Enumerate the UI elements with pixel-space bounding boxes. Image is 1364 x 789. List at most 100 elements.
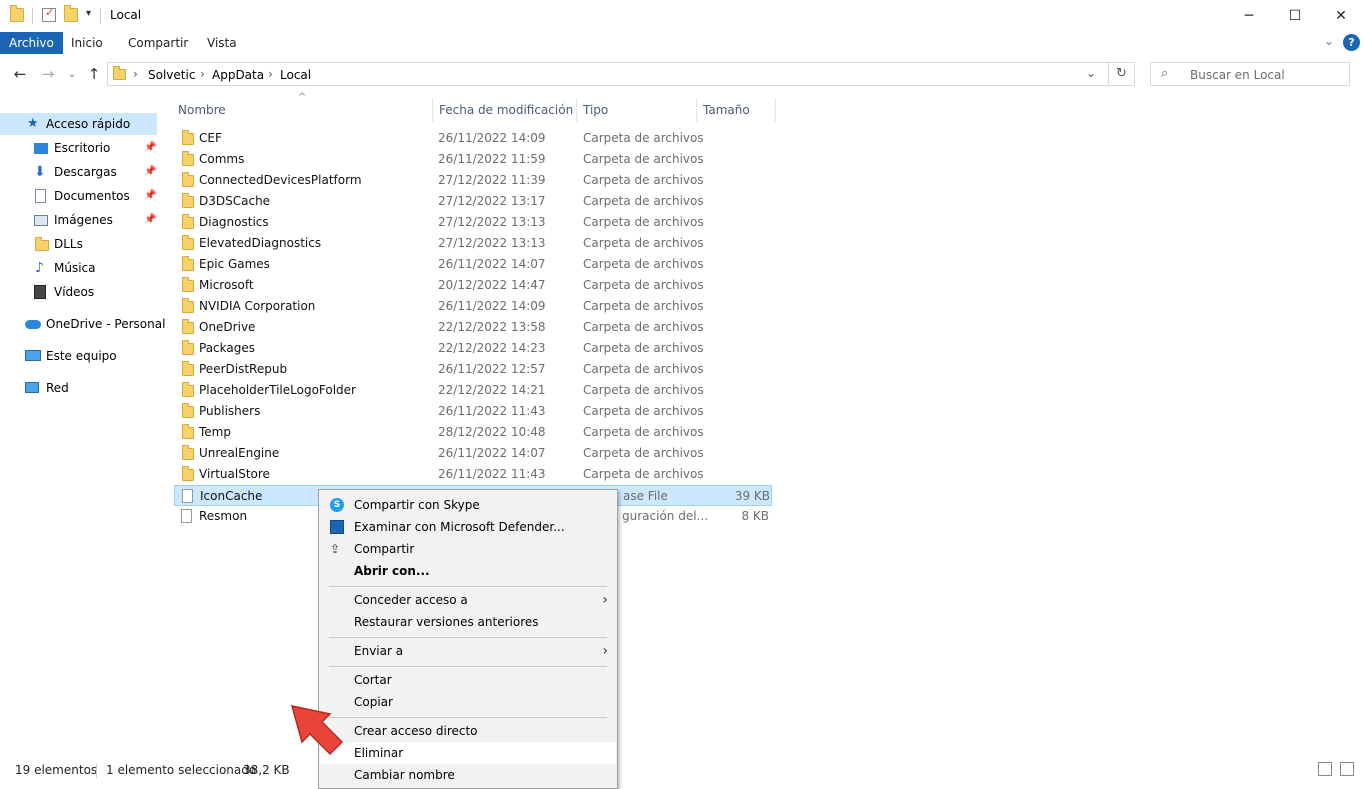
file-date: 22/12/2022 13:58 — [438, 320, 546, 334]
file-name: Epic Games — [199, 257, 270, 271]
file-row[interactable]: Temp 28/12/2022 10:48 Carpeta de archivos — [174, 422, 772, 443]
breadcrumb-solvetic[interactable]: Solvetic — [148, 68, 195, 82]
customize-toolbar-icon[interactable]: ▾ — [86, 8, 91, 19]
address-bar[interactable]: › Solvetic › AppData › Local ⌄ ↻ — [107, 62, 1135, 86]
file-name: PlaceholderTileLogoFolder — [199, 383, 356, 397]
pin-icon[interactable]: 📌 — [144, 137, 156, 159]
file-row[interactable]: OneDrive 22/12/2022 13:58 Carpeta de archi… — [174, 317, 772, 338]
menu-item-open-with[interactable]: Abrir con... — [320, 560, 616, 582]
folder-icon — [182, 403, 194, 418]
pin-icon[interactable]: 📌 — [144, 209, 156, 231]
file-name: PeerDistRepub — [199, 362, 288, 376]
file-date: 27/12/2022 13:13 — [438, 236, 546, 250]
column-divider[interactable] — [432, 98, 433, 122]
forward-button[interactable]: → — [38, 64, 58, 84]
nav-label: Descargas — [54, 165, 117, 179]
menu-item-skype[interactable]: S Compartir con Skype — [320, 494, 616, 516]
tab-vista[interactable]: Vista — [198, 32, 246, 54]
up-button[interactable]: ↑ — [84, 64, 104, 84]
nav-item-dlls[interactable]: DLLs — [0, 233, 157, 255]
nav-this-pc[interactable]: Este equipo — [0, 345, 157, 367]
breadcrumb-appdata[interactable]: AppData — [212, 68, 264, 82]
recent-locations-button[interactable]: ⌄ — [62, 64, 82, 84]
file-row[interactable]: PeerDistRepub 26/11/2022 12:57 Carpeta de … — [174, 359, 772, 380]
file-date: 27/12/2022 11:39 — [438, 173, 546, 187]
menu-item-restore[interactable]: Restaurar versiones anteriores — [320, 611, 616, 633]
nav-item-musica[interactable]: ♪ Música — [0, 257, 157, 279]
desktop-icon — [34, 143, 48, 154]
file-row[interactable]: Diagnostics 27/12/2022 13:13 Carpeta de ar… — [174, 212, 772, 233]
properties-icon[interactable]: ✓ — [42, 6, 56, 22]
file-row[interactable]: Epic Games 26/11/2022 14:07 Carpeta de arc… — [174, 254, 772, 275]
folder-icon — [182, 256, 194, 271]
nav-label: OneDrive - Personal — [46, 317, 166, 331]
menu-item-give-access[interactable]: Conceder acceso a › — [320, 589, 616, 611]
column-header-date[interactable]: Fecha de modificación — [439, 100, 573, 120]
search-box[interactable]: ⌕ Buscar en Local — [1150, 62, 1350, 86]
pin-icon[interactable]: 📌 — [144, 161, 156, 183]
nav-item-imagenes[interactable]: Imágenes 📌 — [0, 209, 157, 231]
nav-quick-access[interactable]: ★ Acceso rápido — [0, 113, 157, 135]
nav-item-videos[interactable]: Vídeos — [0, 281, 157, 303]
file-type: Carpeta de archivos — [583, 173, 704, 187]
breadcrumb-separator: › — [268, 67, 273, 81]
nav-item-descargas[interactable]: ⬇ Descargas 📌 — [0, 161, 157, 183]
file-row[interactable]: Publishers 26/11/2022 11:43 Carpeta de arc… — [174, 401, 772, 422]
address-dropdown-icon[interactable]: ⌄ — [1086, 66, 1096, 80]
menu-item-send-to[interactable]: Enviar a › — [320, 640, 616, 662]
nav-item-escritorio[interactable]: Escritorio 📌 — [0, 137, 157, 159]
file-row[interactable]: CEF 26/11/2022 14:09 Carpeta de archivos — [174, 128, 772, 149]
details-view-icon[interactable] — [1318, 762, 1332, 776]
nav-onedrive[interactable]: OneDrive - Personal — [0, 313, 165, 335]
file-row[interactable]: NVIDIA Corporation 26/11/2022 14:09 Carpet… — [174, 296, 772, 317]
menu-label: Abrir con... — [354, 564, 430, 578]
divider — [100, 8, 101, 24]
file-row[interactable]: Microsoft 20/12/2022 14:47 Carpeta de arch… — [174, 275, 772, 296]
skype-icon: S — [330, 498, 344, 512]
file-row[interactable]: ConnectedDevicesPlatform 27/12/2022 11:39… — [174, 170, 772, 191]
back-button[interactable]: ← — [10, 64, 30, 84]
menu-item-defender[interactable]: Examinar con Microsoft Defender... — [320, 516, 616, 538]
column-divider[interactable] — [696, 98, 697, 122]
menu-item-create-shortcut[interactable]: Crear acceso directo — [320, 720, 616, 742]
search-input[interactable]: Buscar en Local — [1190, 68, 1285, 82]
nav-label: Música — [54, 261, 96, 275]
column-header-type[interactable]: Tipo — [583, 100, 608, 120]
tab-inicio[interactable]: Inicio — [62, 32, 112, 54]
column-divider[interactable] — [576, 98, 577, 122]
menu-item-cut[interactable]: Cortar — [320, 669, 616, 691]
minimize-button[interactable]: ─ — [1226, 0, 1272, 32]
search-icon: ⌕ — [1161, 66, 1169, 81]
menu-item-copy[interactable]: Copiar — [320, 691, 616, 713]
column-header-size[interactable]: Tamaño — [703, 100, 750, 120]
tab-archivo[interactable]: Archivo — [0, 32, 63, 54]
ribbon-tabs: Archivo Inicio Compartir Vista ⌄ ? — [0, 32, 1364, 54]
file-type: Carpeta de archivos — [583, 404, 704, 418]
file-date: 26/11/2022 12:57 — [438, 362, 546, 376]
file-size — [694, 317, 769, 338]
help-icon[interactable]: ? — [1343, 34, 1360, 51]
column-divider[interactable] — [775, 98, 776, 122]
nav-label: Red — [46, 381, 69, 395]
column-header-name[interactable]: Nombre — [178, 100, 226, 120]
large-icons-view-icon[interactable] — [1340, 762, 1354, 776]
file-row[interactable]: ElevatedDiagnostics 27/12/2022 13:13 Carpe… — [174, 233, 772, 254]
file-row[interactable]: UnrealEngine 26/11/2022 14:07 Carpeta de a… — [174, 443, 772, 464]
nav-item-documentos[interactable]: Documentos 📌 — [0, 185, 157, 207]
folder-icon — [182, 445, 194, 460]
file-row[interactable]: Comms 26/11/2022 11:59 Carpeta de archivos — [174, 149, 772, 170]
menu-item-share[interactable]: ⇪ Compartir — [320, 538, 616, 560]
breadcrumb-local[interactable]: Local — [280, 68, 311, 82]
new-folder-icon[interactable] — [64, 5, 78, 22]
file-row[interactable]: VirtualStore 26/11/2022 11:43 Carpeta de a… — [174, 464, 772, 485]
close-button[interactable]: ✕ — [1318, 0, 1364, 32]
nav-network[interactable]: Red — [0, 377, 157, 399]
refresh-icon[interactable]: ↻ — [1116, 66, 1127, 81]
file-row[interactable]: Packages 22/12/2022 14:23 Carpeta de archi… — [174, 338, 772, 359]
expand-ribbon-icon[interactable]: ⌄ — [1324, 34, 1334, 48]
file-row[interactable]: PlaceholderTileLogoFolder 22/12/2022 14:2… — [174, 380, 772, 401]
maximize-button[interactable]: ☐ — [1272, 0, 1318, 32]
file-row[interactable]: D3DSCache 27/12/2022 13:17 Carpeta de arch… — [174, 191, 772, 212]
tab-compartir[interactable]: Compartir — [119, 32, 197, 54]
pin-icon[interactable]: 📌 — [144, 185, 156, 207]
